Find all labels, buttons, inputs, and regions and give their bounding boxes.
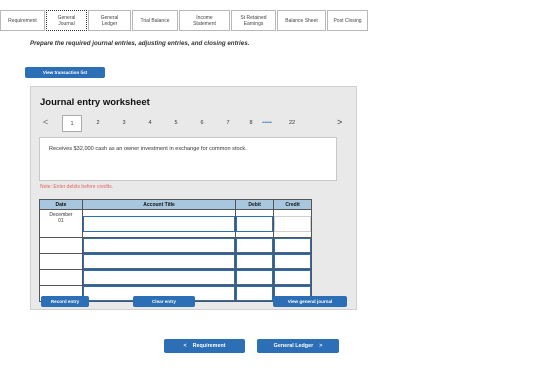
entry-pager: < 1 2 3 4 5 6 7 8 ••••• 22 > (39, 115, 349, 132)
tab-general-ledger[interactable]: General Ledger (88, 10, 131, 31)
page-8[interactable]: 8 (246, 120, 256, 126)
prev-requirement-button[interactable]: < Requirement (164, 339, 245, 353)
credit-input[interactable] (274, 254, 311, 269)
debit-header: Debit (235, 199, 275, 210)
tab-retained-earnings[interactable]: St Retained Earnings (231, 10, 276, 31)
view-transaction-list-button[interactable]: View transaction list (25, 67, 105, 78)
page-5[interactable]: 5 (171, 120, 181, 126)
prev-entry-arrow[interactable]: < (43, 117, 48, 127)
chevron-left-icon: < (183, 343, 187, 349)
record-entry-button[interactable]: Record entry (41, 296, 89, 307)
page-1[interactable]: 1 (62, 115, 82, 132)
credit-header: Credit (273, 199, 312, 210)
debit-input[interactable] (236, 270, 274, 285)
table-row (39, 253, 312, 270)
date-cell[interactable] (39, 269, 83, 286)
credit-input[interactable] (274, 238, 311, 253)
debit-input[interactable] (236, 286, 274, 301)
tab-bar: Requirement General Journal General Ledg… (0, 10, 369, 31)
account-title-input[interactable] (82, 215, 236, 232)
journal-entry-worksheet: Journal entry worksheet < 1 2 3 4 5 6 7 … (30, 86, 357, 310)
debit-input[interactable] (236, 238, 274, 253)
tab-trial-balance[interactable]: Trial Balance (132, 10, 178, 31)
clear-entry-button[interactable]: Clear entry (133, 296, 195, 307)
date-cell[interactable] (39, 253, 83, 270)
worksheet-title: Journal entry worksheet (40, 97, 150, 108)
page-2[interactable]: 2 (93, 120, 103, 126)
page-3[interactable]: 3 (119, 120, 129, 126)
page-ellipsis: ••••• (262, 120, 272, 126)
account-title-input[interactable] (82, 270, 236, 285)
tab-income-statement[interactable]: Income Statement (179, 10, 230, 31)
account-title-input[interactable] (82, 238, 236, 253)
page-7[interactable]: 7 (223, 120, 233, 126)
table-row: December 01 (39, 209, 312, 238)
view-general-journal-button[interactable]: View general journal (273, 296, 347, 307)
credit-input[interactable] (274, 270, 311, 285)
account-title-header: Account Title (81, 199, 237, 210)
next-general-ledger-button[interactable]: General Ledger > (257, 339, 339, 353)
tab-balance-sheet[interactable]: Balance Sheet (277, 10, 326, 31)
page-22[interactable]: 22 (287, 120, 297, 126)
debit-input[interactable] (236, 215, 274, 232)
credit-input[interactable] (274, 215, 311, 232)
tab-general-journal[interactable]: General Journal (46, 10, 87, 31)
instruction-text: Prepare the required journal entries, ad… (30, 40, 250, 47)
account-title-input[interactable] (82, 254, 236, 269)
chevron-right-icon: > (319, 343, 323, 349)
tab-requirement[interactable]: Requirement (0, 10, 45, 31)
date-day: 01 (58, 218, 64, 224)
prev-requirement-label: Requirement (192, 343, 226, 349)
tab-post-closing[interactable]: Post Closing (327, 10, 368, 31)
page-4[interactable]: 4 (145, 120, 155, 126)
debit-input[interactable] (236, 254, 274, 269)
table-row (39, 269, 312, 286)
next-general-ledger-label: General Ledger (273, 343, 314, 349)
transaction-description: Receives $32,000 cash as an owner invest… (39, 137, 337, 181)
date-cell[interactable] (39, 237, 83, 254)
next-entry-arrow[interactable]: > (337, 117, 342, 127)
debit-credit-note: Note: Enter debits before credits. (40, 184, 114, 190)
table-row (39, 237, 312, 254)
table-header-row: Date Account Title Debit Credit (39, 199, 312, 210)
date-header: Date (39, 199, 83, 210)
date-cell[interactable]: December 01 (39, 209, 83, 238)
page-6[interactable]: 6 (197, 120, 207, 126)
journal-table: Date Account Title Debit Credit December… (39, 199, 312, 302)
